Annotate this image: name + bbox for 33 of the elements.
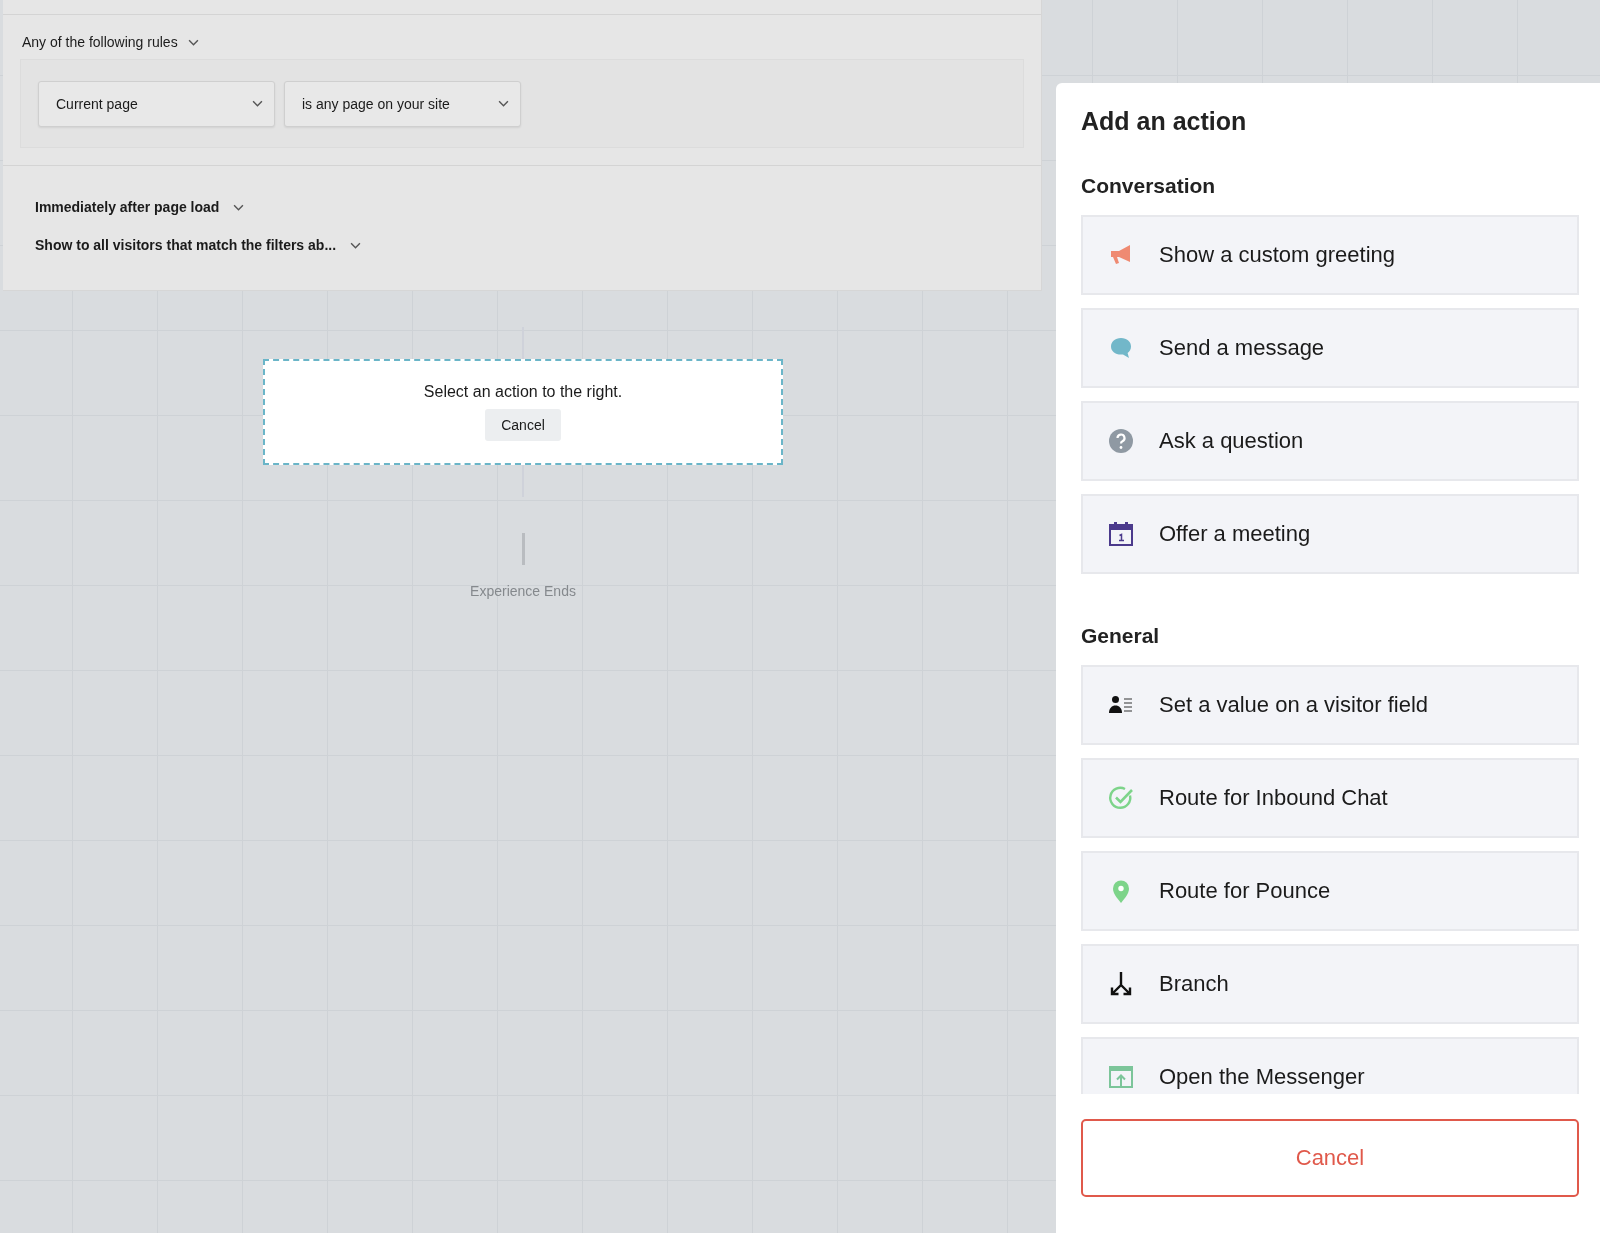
audience-dropdown[interactable]: Show to all visitors that match the filters ab... — [35, 237, 337, 253]
action-item[interactable]: Show a custom greeting — [1081, 215, 1579, 295]
chevron-down-icon — [187, 38, 199, 46]
action-item[interactable]: Open the Messenger — [1081, 1037, 1579, 1094]
section-heading: General — [1081, 624, 1161, 648]
instruction-text: Select an action to the right. — [423, 383, 623, 401]
action-item[interactable]: Set a value on a visitor field — [1081, 665, 1579, 745]
action-item[interactable]: Branch — [1081, 944, 1579, 1024]
action-item[interactable]: Route for Inbound Chat — [1081, 758, 1579, 838]
chevron-down-icon — [233, 203, 245, 211]
end-label: Experience Ends — [470, 583, 576, 599]
end-marker — [521, 533, 525, 565]
rules-dropdown[interactable]: Any of the following rules — [22, 34, 178, 50]
chevron-down-icon — [350, 241, 362, 249]
action-item[interactable]: Offer a meeting — [1081, 494, 1579, 574]
chevron-down-icon — [498, 100, 509, 107]
operator-select[interactable]: is any page on your site — [284, 80, 521, 127]
question-icon — [1108, 428, 1134, 454]
action-item[interactable]: Ask a question — [1081, 401, 1579, 481]
panel-title: Add an action — [1081, 107, 1248, 136]
calendar-icon — [1108, 521, 1134, 547]
branch-icon — [1108, 971, 1134, 997]
cancel-button[interactable]: Cancel — [485, 409, 561, 441]
check-circle-icon — [1108, 785, 1134, 811]
cancel-button[interactable]: Cancel — [1081, 1119, 1579, 1197]
action-item[interactable]: Route for Pounce — [1081, 851, 1579, 931]
timing-dropdown[interactable]: Immediately after page load — [35, 199, 220, 215]
chevron-down-icon — [252, 100, 263, 107]
field-select[interactable]: Current page — [38, 80, 275, 127]
window-upload-icon — [1108, 1064, 1134, 1090]
speech-bubble-icon — [1108, 335, 1134, 361]
action-item[interactable]: Send a message — [1081, 308, 1579, 388]
section-heading: Conversation — [1081, 174, 1217, 198]
